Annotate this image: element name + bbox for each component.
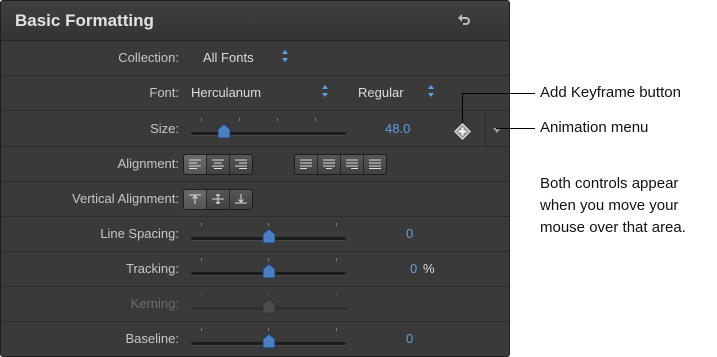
line-spacing-label: Line Spacing: (100, 226, 179, 241)
align-right-icon (235, 159, 247, 169)
align-center-icon (212, 159, 224, 169)
baseline-slider[interactable] (191, 322, 346, 356)
size-value-field[interactable]: 48.0 (385, 121, 410, 136)
slider-tick (315, 118, 316, 121)
tracking-value-field[interactable]: 0 (410, 261, 417, 276)
font-style-updown-icon[interactable] (427, 84, 435, 98)
size-slider-thumb[interactable] (216, 123, 232, 139)
align-right-button[interactable] (230, 155, 252, 174)
baseline-row: Baseline: 0 (1, 322, 509, 356)
align-middle-icon (212, 194, 224, 204)
collection-updown-icon[interactable] (281, 49, 289, 63)
justify-center-button[interactable] (318, 155, 341, 174)
kerning-slider (191, 287, 346, 321)
alignment-label: Alignment: (117, 156, 179, 171)
align-middle-button[interactable] (207, 190, 230, 209)
collection-label: Collection: (118, 50, 179, 65)
hover-note-line: Both controls appear (540, 175, 679, 192)
kerning-label: Kerning: (130, 296, 179, 311)
baseline-label: Baseline: (125, 331, 179, 346)
align-top-button[interactable] (184, 190, 207, 209)
slider-tick (268, 293, 269, 296)
panel-title: Basic Formatting (15, 11, 154, 30)
align-top-icon (189, 194, 201, 204)
justify-center-icon (323, 159, 335, 169)
justify-right-icon (346, 159, 358, 169)
line-spacing-slider[interactable] (191, 217, 346, 251)
slider-tick (268, 328, 269, 331)
panel-header: Basic Formatting (1, 1, 509, 41)
align-bottom-icon (235, 194, 247, 204)
slider-tick (201, 258, 202, 261)
slider-track (191, 132, 346, 136)
horizontal-alignment-group (183, 154, 253, 175)
baseline-slider-thumb[interactable] (261, 333, 277, 349)
keyframe-callout-leader-vertical (462, 93, 463, 123)
slider-tick (336, 293, 337, 296)
animation-menu-callout-label: Animation menu (540, 119, 649, 136)
add-keyframe-button[interactable] (454, 123, 471, 140)
hover-note-line: mouse over that area. (540, 219, 686, 236)
animation-menu-button[interactable] (485, 113, 510, 147)
slider-tick (268, 258, 269, 261)
hover-note: Both controls appear when you move your … (540, 173, 717, 239)
line-spacing-row: Line Spacing: 0 (1, 217, 509, 252)
tracking-unit: % (423, 261, 435, 276)
font-family-popup[interactable]: Herculanum (191, 85, 261, 100)
baseline-value-field[interactable]: 0 (406, 331, 413, 346)
slider-tick (336, 328, 337, 331)
justify-full-icon (369, 159, 381, 169)
slider-tick (239, 118, 240, 121)
slider-tick (201, 293, 202, 296)
align-center-button[interactable] (207, 155, 230, 174)
font-family-updown-icon[interactable] (321, 84, 329, 98)
alignment-row: Alignment: (1, 147, 509, 182)
vertical-alignment-group (183, 189, 253, 210)
justify-left-button[interactable] (295, 155, 318, 174)
line-spacing-slider-thumb[interactable] (261, 228, 277, 244)
tracking-slider[interactable] (191, 252, 346, 286)
basic-formatting-panel: Basic Formatting Collection: All Fonts F… (0, 0, 510, 357)
align-bottom-button[interactable] (230, 190, 252, 209)
slider-tick (336, 223, 337, 226)
keyframe-callout-label: Add Keyframe button (540, 84, 681, 101)
font-label: Font: (149, 85, 179, 100)
justify-right-button[interactable] (341, 155, 364, 174)
animation-menu-callout-leader (496, 128, 535, 129)
slider-tick (201, 118, 202, 121)
line-spacing-value-field[interactable]: 0 (406, 226, 413, 241)
align-left-button[interactable] (184, 155, 207, 174)
size-row: Size: 48.0 (1, 112, 509, 147)
kerning-row: Kerning: (1, 287, 509, 322)
slider-tick (201, 328, 202, 331)
size-slider[interactable] (191, 112, 346, 146)
size-label: Size: (150, 121, 179, 136)
align-left-icon (189, 159, 201, 169)
tracking-label: Tracking: (126, 261, 179, 276)
slider-tick (201, 223, 202, 226)
reset-arrow-icon[interactable] (457, 12, 471, 28)
tracking-slider-thumb[interactable] (261, 263, 277, 279)
font-style-popup[interactable]: Regular (358, 85, 404, 100)
vertical-alignment-label: Vertical Alignment: (72, 191, 179, 206)
collection-popup[interactable]: All Fonts (203, 50, 254, 65)
collection-row: Collection: All Fonts (1, 41, 509, 76)
keyframe-callout-leader-horizontal (462, 93, 535, 94)
slider-tick (268, 223, 269, 226)
slider-tick (336, 258, 337, 261)
font-row: Font: Herculanum Regular (1, 76, 509, 111)
slider-tick (277, 118, 278, 121)
vertical-alignment-row: Vertical Alignment: (1, 182, 509, 217)
justify-left-icon (300, 159, 312, 169)
justify-alignment-group (294, 154, 387, 175)
tracking-row: Tracking: 0 % (1, 252, 509, 287)
justify-full-button[interactable] (364, 155, 386, 174)
hover-note-line: when you move your (540, 197, 679, 214)
kerning-slider-thumb (262, 298, 276, 314)
